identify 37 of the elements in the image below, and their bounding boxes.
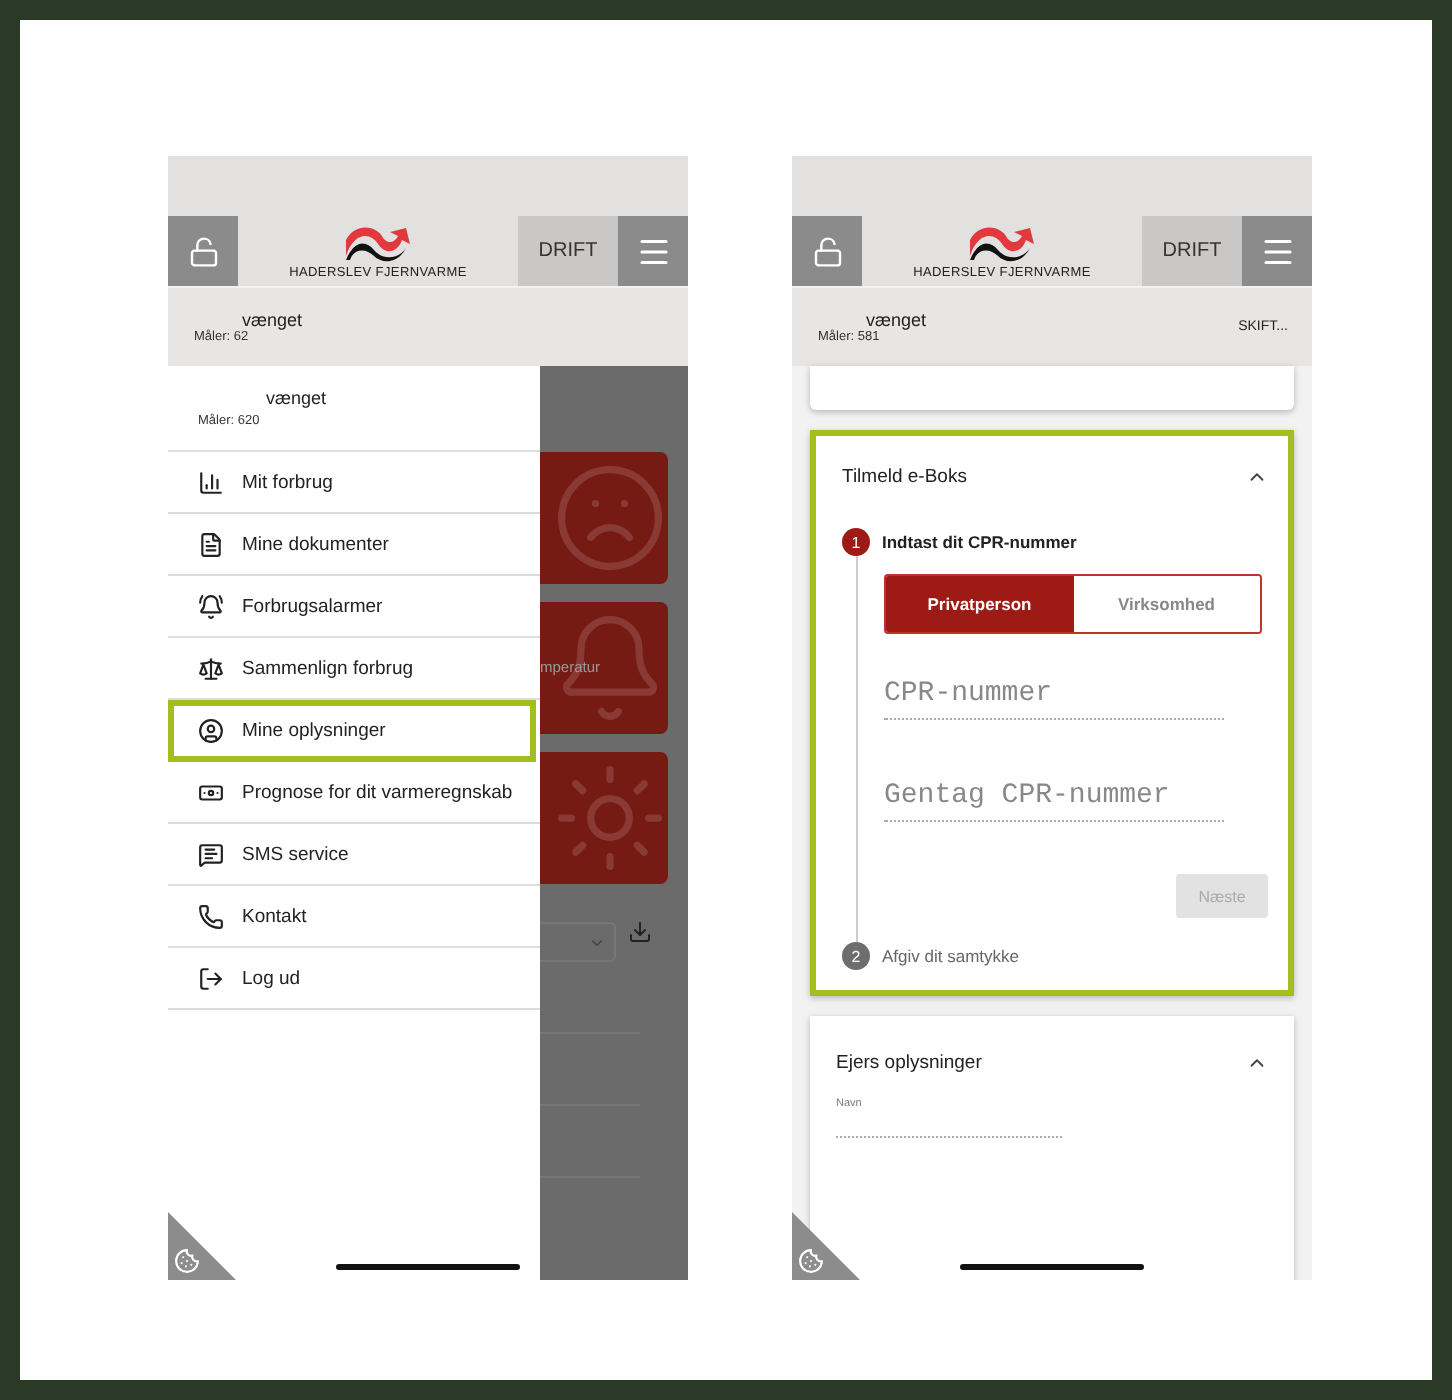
download-icon: [628, 920, 652, 944]
unlock-button[interactable]: [168, 216, 238, 286]
menu-item[interactable]: Mine oplysninger: [168, 700, 536, 762]
unlocked-padlock-icon: [811, 235, 843, 267]
logout-icon: [198, 965, 224, 991]
drift-button[interactable]: DRIFT: [518, 216, 618, 286]
step-label: Afgiv dit samtykke: [882, 946, 1019, 966]
message-icon: [198, 841, 224, 867]
cpr-input[interactable]: CPR-nummer: [884, 678, 1224, 720]
address-text: vænget: [864, 310, 929, 330]
phone-icon: [198, 903, 224, 929]
step-number: 2: [842, 942, 870, 970]
step-label: Indtast dit CPR-nummer: [882, 532, 1077, 552]
menu-button[interactable]: [618, 216, 688, 286]
card-title: Ejers oplysninger: [836, 1051, 982, 1073]
bell-icon: [198, 593, 224, 619]
sun-icon: [552, 760, 668, 876]
banknote-icon: [198, 779, 224, 805]
unlocked-padlock-icon: [187, 235, 219, 267]
scale-icon: [198, 655, 224, 681]
user-icon: [198, 718, 224, 744]
step-number: 1: [842, 528, 870, 556]
logo-icon: [342, 223, 414, 263]
segment-option[interactable]: Privatperson: [886, 576, 1073, 632]
card-title: Tilmeld e-Boks: [842, 465, 967, 487]
document-icon: [198, 531, 224, 557]
unlock-button[interactable]: [792, 216, 862, 286]
cpr-input[interactable]: Gentag CPR-nummer: [884, 780, 1224, 822]
bar-chart-icon: [198, 469, 224, 495]
drift-button[interactable]: DRIFT: [1142, 216, 1242, 286]
menu-button[interactable]: [1242, 216, 1312, 286]
address-text: vænget: [264, 388, 329, 408]
address-text: vænget: [240, 310, 305, 330]
cookie-icon: [798, 1248, 824, 1274]
logo-icon: [966, 223, 1038, 263]
cookie-icon: [174, 1248, 200, 1274]
sad-face-icon: [552, 460, 668, 576]
